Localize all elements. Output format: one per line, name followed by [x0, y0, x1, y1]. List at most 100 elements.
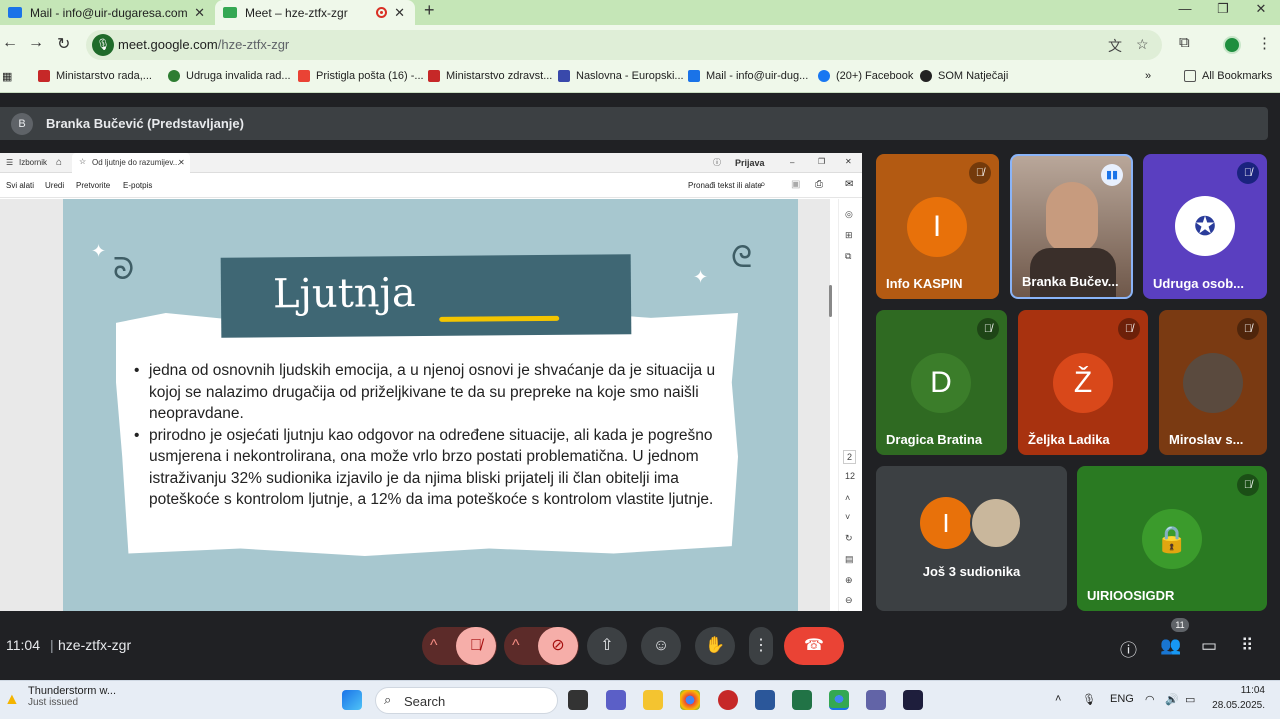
microphone-icon[interactable]: 🎙 — [1082, 693, 1096, 706]
menu-kebab-icon[interactable]: ⋮ — [1257, 34, 1272, 52]
reload-button[interactable]: ↻ — [57, 34, 70, 54]
word-icon[interactable] — [755, 690, 775, 710]
zoom-out-icon[interactable]: ⊖ — [845, 595, 853, 606]
apps-grid-icon[interactable]: ▦ — [2, 70, 12, 83]
wifi-icon[interactable]: ◠ — [1145, 693, 1155, 706]
file-explorer-icon[interactable] — [643, 690, 663, 710]
pdf-menu[interactable]: Izbornik — [19, 158, 47, 167]
new-tab-button[interactable]: + — [424, 0, 435, 21]
find-text[interactable]: Pronađi tekst ili alate — [688, 181, 762, 190]
close-icon[interactable]: ✕ — [178, 158, 185, 167]
tool-all[interactable]: Svi alati — [6, 181, 34, 190]
restore-icon[interactable]: ❐ — [818, 157, 825, 166]
hamburger-icon[interactable]: ☰ — [6, 158, 13, 167]
page-current[interactable]: 2 — [843, 450, 857, 464]
bookmark-item[interactable]: SOM Natječaji — [920, 70, 1008, 82]
windows-start-icon[interactable] — [342, 690, 362, 710]
zoom-icon[interactable] — [903, 690, 923, 710]
camera-off-button[interactable]: ⊘ — [538, 627, 578, 665]
app-icon[interactable] — [718, 690, 738, 710]
participant-tile[interactable]: 🔒 🎙̸ UIRIOOSIGDR — [1077, 466, 1267, 611]
bookmark-item[interactable]: Ministarstvo zdravst... — [428, 70, 552, 82]
translate-icon[interactable]: 文 — [1108, 36, 1122, 56]
save-page-icon[interactable]: ▤ — [845, 554, 854, 565]
home-icon[interactable]: ⌂ — [56, 157, 62, 168]
bookmark-item[interactable]: Naslovna - Europski... — [558, 70, 684, 82]
participant-tile[interactable]: 🎙̸ Miroslav s... — [1159, 310, 1267, 455]
teams-active-icon[interactable] — [866, 690, 886, 710]
maximize-button[interactable]: ❐ — [1204, 0, 1242, 25]
bookmark-item[interactable]: (20+) Facebook — [818, 70, 913, 82]
chrome-active-icon[interactable] — [829, 690, 849, 710]
battery-icon[interactable]: ▭ — [1185, 693, 1195, 706]
close-icon[interactable]: ✕ — [394, 5, 405, 21]
others-tile[interactable]: I Još 3 sudionika — [876, 466, 1067, 611]
taskbar-search[interactable]: ⌕ Search — [375, 687, 558, 714]
bookmark-item[interactable]: Ministarstvo rada,... — [38, 70, 152, 82]
people-icon[interactable]: 👥 — [1160, 636, 1181, 656]
tray-chevron-icon[interactable]: ˄ — [1055, 693, 1061, 705]
tab-mail[interactable]: Mail - info@uir-dugaresa.com ✕ — [0, 0, 215, 25]
close-icon[interactable]: ✕ — [845, 157, 852, 166]
bookmark-star-icon[interactable]: ☆ — [1136, 36, 1149, 53]
page-down-icon[interactable]: ˅ — [845, 512, 850, 522]
tool-esign[interactable]: E-potpis — [123, 181, 152, 190]
microphone-site-icon[interactable]: 🎙 — [92, 34, 114, 56]
close-icon[interactable]: ✕ — [194, 5, 205, 21]
mic-off-button[interactable]: 🎙̸ — [456, 627, 496, 665]
bookmark-item[interactable]: Mail - info@uir-dug... — [688, 70, 808, 82]
page-up-icon[interactable]: ˄ — [845, 493, 850, 503]
excel-icon[interactable] — [792, 690, 812, 710]
participant-tile[interactable]: D 🎙̸ Dragica Bratina — [876, 310, 1007, 455]
clock[interactable]: 11:04 28.05.2025. — [1210, 685, 1265, 711]
task-view-icon[interactable] — [568, 690, 588, 710]
comment-icon[interactable]: ◎ — [845, 209, 853, 220]
chrome-icon[interactable] — [680, 690, 700, 710]
back-button[interactable]: ← — [2, 34, 18, 52]
minimize-button[interactable]: — — [1166, 0, 1204, 25]
tab-meet[interactable]: Meet – hze-ztfx-zgr ✕ — [215, 0, 415, 25]
bookmark-item[interactable]: Pristigla pošta (16) -... — [298, 70, 424, 82]
forward-button[interactable]: → — [28, 34, 44, 52]
bookmark-item[interactable]: Udruga invalida rad... — [168, 70, 291, 82]
activities-icon[interactable]: ⠿ — [1241, 636, 1253, 656]
meeting-info-icon[interactable]: ⓘ — [1120, 636, 1137, 661]
participant-tile[interactable]: ✪ 🎙̸ Udruga osob... — [1143, 154, 1267, 299]
teams-icon[interactable] — [606, 690, 626, 710]
pdf-signin[interactable]: Prijava — [735, 158, 765, 168]
print-icon[interactable]: ⎙ — [815, 179, 823, 190]
present-button[interactable]: ⇧ — [587, 627, 627, 665]
raise-hand-button[interactable]: ✋ — [695, 627, 735, 665]
more-options-button[interactable]: ⋮ — [749, 627, 773, 665]
tool-edit[interactable]: Uredi — [45, 181, 64, 190]
volume-icon[interactable]: 🔊 — [1165, 693, 1179, 706]
language-indicator[interactable]: ENG — [1110, 693, 1134, 705]
zoom-in-icon[interactable]: ⊕ — [845, 575, 853, 586]
profile-avatar[interactable] — [1223, 36, 1241, 54]
search-icon[interactable]: ⌕ — [760, 179, 766, 190]
participant-tile[interactable]: I 🎙̸ Info KASPIN — [876, 154, 999, 299]
address-bar[interactable]: 🎙 meet.google.com/hze-ztfx-zgr 文 ☆ — [86, 30, 1162, 60]
extensions-icon[interactable]: ⧉ — [1179, 34, 1190, 51]
close-window-button[interactable]: ✕ — [1242, 0, 1280, 25]
pdf-doc-tab[interactable]: Od ljutnje do razumijev... — [92, 158, 179, 167]
participant-tile[interactable]: Ž 🎙̸ Željka Ladika — [1018, 310, 1148, 455]
emoji-button[interactable]: ☺ — [641, 627, 681, 665]
all-bookmarks[interactable]: All Bookmarks — [1184, 70, 1272, 82]
clock-date: 28.05.2025. — [1212, 700, 1265, 711]
more-bookmarks-icon[interactable]: » — [1145, 70, 1151, 82]
refresh-icon[interactable]: ↻ — [845, 533, 853, 544]
participant-tile-active[interactable]: ▮▮ Branka Bučev... — [1010, 154, 1133, 299]
chat-icon[interactable]: ▭ — [1201, 636, 1217, 656]
scrollbar-thumb[interactable] — [829, 285, 832, 317]
mail-icon[interactable]: ✉ — [845, 179, 853, 190]
bookmark-icon[interactable]: ⊞ — [845, 230, 853, 241]
weather-widget[interactable]: ▲ Thunderstorm w... Just issued — [4, 685, 116, 708]
help-icon[interactable]: ⓘ — [713, 157, 721, 168]
tool-convert[interactable]: Pretvorite — [76, 181, 110, 190]
save-icon[interactable]: ▣ — [791, 179, 800, 190]
leave-call-button[interactable]: ☎ — [784, 627, 844, 665]
copy-icon[interactable]: ⧉ — [845, 251, 851, 262]
shared-screen[interactable]: ☰ Izbornik ⌂ ☆ Od ljutnje do razumijev..… — [0, 153, 862, 611]
minimize-icon[interactable]: – — [790, 158, 794, 167]
